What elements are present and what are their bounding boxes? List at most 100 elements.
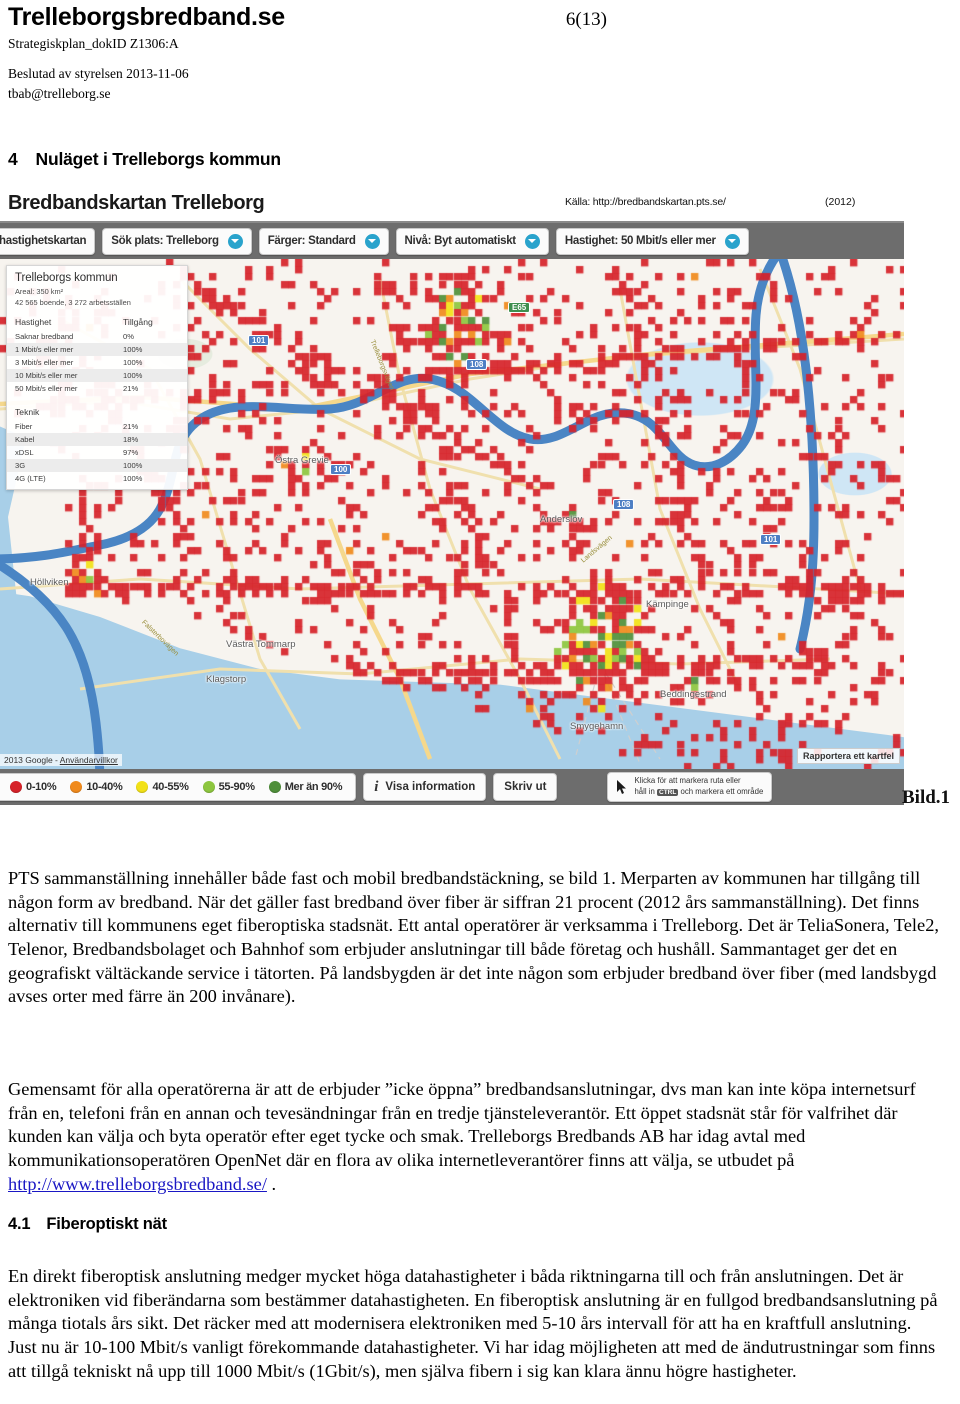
map-canvas[interactable]: Höllviken Östra Grevie Västra Tommarp An… [0, 259, 904, 769]
legend-label: Mer än 90% [284, 781, 343, 793]
legend-color-dot [10, 781, 22, 793]
dropdown-sok-plats[interactable]: Sök plats: Trelleborg [102, 227, 252, 255]
map-title: Bredbandskartan Trelleborg [8, 191, 265, 214]
info-panel-table: Hastighet Tillgång Saknar bredband 0% 1 … [7, 315, 187, 485]
row-value: 21% [123, 421, 139, 431]
attribution-text: 2013 Google - [4, 755, 60, 765]
map-source: Källa: http://bredbandskartan.pts.se/ [565, 196, 726, 208]
info-icon: i [374, 778, 379, 795]
dropdown-label: Nivå: Byt automatiskt [404, 235, 517, 247]
table-row: 3 Mbit/s eller mer 100% [7, 356, 187, 369]
map-title-row: Bredbandskartan Trelleborg [8, 186, 952, 220]
section-title: Nuläget i Trelleborgs kommun [35, 149, 281, 169]
legend-label: 0-10% [26, 781, 57, 793]
show-information-button[interactable]: i Visa information [363, 773, 487, 801]
document-id: Strategiskplan_dokID Z1306:A [8, 36, 179, 51]
road-shield-108-b: 108 [613, 499, 635, 510]
dropdown-label: Hastighet: 50 Mbit/s eller mer [564, 235, 716, 247]
paragraph-pts-summary: PTS sammanställning innehåller både fast… [8, 868, 939, 1007]
road-shield-100: 100 [330, 464, 352, 475]
row-label: 3 Mbit/s eller mer [15, 357, 74, 367]
row-label: 4G (LTE) [15, 474, 46, 484]
row-value: 100% [123, 474, 143, 484]
legend-item-10-40[interactable]: 10-40% [63, 781, 129, 793]
print-button[interactable]: Skriv ut [493, 773, 558, 801]
row-label: 1 Mbit/s eller mer [7, 342, 115, 356]
trelleborgsbredband-link[interactable]: http://www.trelleborgsbredband.se/ [8, 1174, 267, 1194]
section-heading-4: 4 Nuläget i Trelleborgs kommun [8, 149, 281, 170]
table-row: 1 Mbit/s eller mer 100% [7, 342, 187, 356]
dropdown-farger[interactable]: Färger: Standard [258, 227, 389, 255]
legend-color-dot [268, 781, 281, 793]
section-title: Fiberoptiskt nät [46, 1215, 167, 1233]
table-row: 4G (LTE) 100% [7, 472, 187, 485]
info-panel-title: Trelleborgs kommun [15, 272, 118, 284]
dropdown-label: Färger: Standard [267, 235, 356, 247]
map-application: hastighetskartan Sök plats: Trelleborg F… [0, 221, 904, 805]
row-value: 100% [115, 342, 187, 356]
section-number: 4.1 [8, 1215, 31, 1233]
hint-text: Klicka för att markera ruta eller håll i… [634, 776, 763, 797]
place-label: Beddingestrand [660, 689, 727, 700]
table-row: xDSL 97% [7, 446, 187, 459]
table-subheader-teknik: Teknik [7, 404, 187, 419]
document-header: Trelleborgsbredband.se 6(13) Strategiskp… [8, 4, 952, 103]
legend-item-over-90[interactable]: Mer än 90% [262, 781, 350, 793]
place-label: Anderslöv [540, 514, 583, 525]
section-number: 4 [8, 149, 18, 169]
map-year: (2012) [825, 196, 856, 208]
row-value: 97% [123, 447, 139, 457]
chevron-down-icon [364, 233, 380, 249]
paragraph-operators: Gemensamt för alla operatörerna är att d… [8, 1078, 942, 1196]
column-header-tillgang: Tillgång [123, 317, 153, 328]
chevron-down-icon [524, 233, 540, 249]
chevron-down-icon [227, 233, 243, 249]
paragraph-fiber-network: En direkt fiberoptisk anslutning medger … [8, 1266, 938, 1381]
chevron-down-icon [724, 233, 740, 249]
contact-email: tbab@trelleborg.se [8, 86, 111, 102]
legend-item-0-10[interactable]: 0-10% [3, 781, 63, 793]
report-map-error-button[interactable]: Rapportera ett kartfel [796, 748, 900, 764]
road-shield-e65: E65 [508, 302, 531, 313]
legend-item-55-90[interactable]: 55-90% [196, 781, 262, 793]
row-value: 18% [115, 432, 187, 446]
table-row: Kabel 18% [7, 432, 187, 446]
road-shield-101: 101 [248, 335, 270, 346]
row-value: 100% [115, 458, 187, 473]
row-value: 100% [115, 369, 187, 383]
place-label: Höllviken [30, 577, 69, 588]
column-header-hastighet: Hastighet [15, 317, 52, 328]
row-label: Fiber [15, 421, 33, 431]
cursor-arrow-icon [617, 780, 627, 794]
site-title: Trelleborgsbredband.se [8, 3, 285, 31]
table-row: Fiber 21% [7, 419, 187, 432]
terms-link[interactable]: Användarvillkor [60, 755, 118, 765]
dropdown-niva[interactable]: Nivå: Byt automatiskt [395, 227, 549, 255]
paragraph-text-part2: . [266, 1173, 277, 1194]
row-value: 21% [123, 384, 139, 394]
button-label: Skriv ut [504, 781, 547, 793]
page-number: 6(13) [565, 9, 607, 30]
row-label: Saknar bredband [15, 331, 74, 341]
paragraph-text-part1: Gemensamt för alla operatörerna är att d… [8, 1079, 916, 1171]
place-label: Östra Grevie [275, 455, 329, 466]
legend-color-dot [70, 781, 83, 793]
row-label: 10 Mbit/s eller mer [7, 369, 115, 383]
legend-label: 55-90% [218, 781, 255, 793]
legend-group: 0-10% 10-40% 40-55% 55-90% Mer än 90% [0, 773, 357, 801]
tab-label: hastighetskartan [0, 235, 87, 247]
place-label: Smygehamn [570, 721, 624, 732]
table-row: 10 Mbit/s eller mer 100% [7, 369, 187, 383]
row-value: 100% [123, 357, 143, 367]
legend-label: 10-40% [86, 781, 123, 793]
map-toolbar: hastighetskartan Sök plats: Trelleborg F… [0, 223, 904, 259]
road-shield-101-b: 101 [760, 534, 782, 545]
row-label: Kabel [7, 432, 115, 446]
legend-item-40-55[interactable]: 40-55% [129, 781, 195, 793]
section-heading-4-1: 4.1 Fiberoptiskt nät [8, 1215, 167, 1234]
legend-color-dot [202, 781, 215, 793]
row-label: xDSL [15, 447, 34, 457]
dropdown-hastighet[interactable]: Hastighet: 50 Mbit/s eller mer [555, 227, 749, 255]
tab-hastighetskartan[interactable]: hastighetskartan [0, 227, 96, 255]
road-shield-108: 108 [466, 359, 488, 370]
